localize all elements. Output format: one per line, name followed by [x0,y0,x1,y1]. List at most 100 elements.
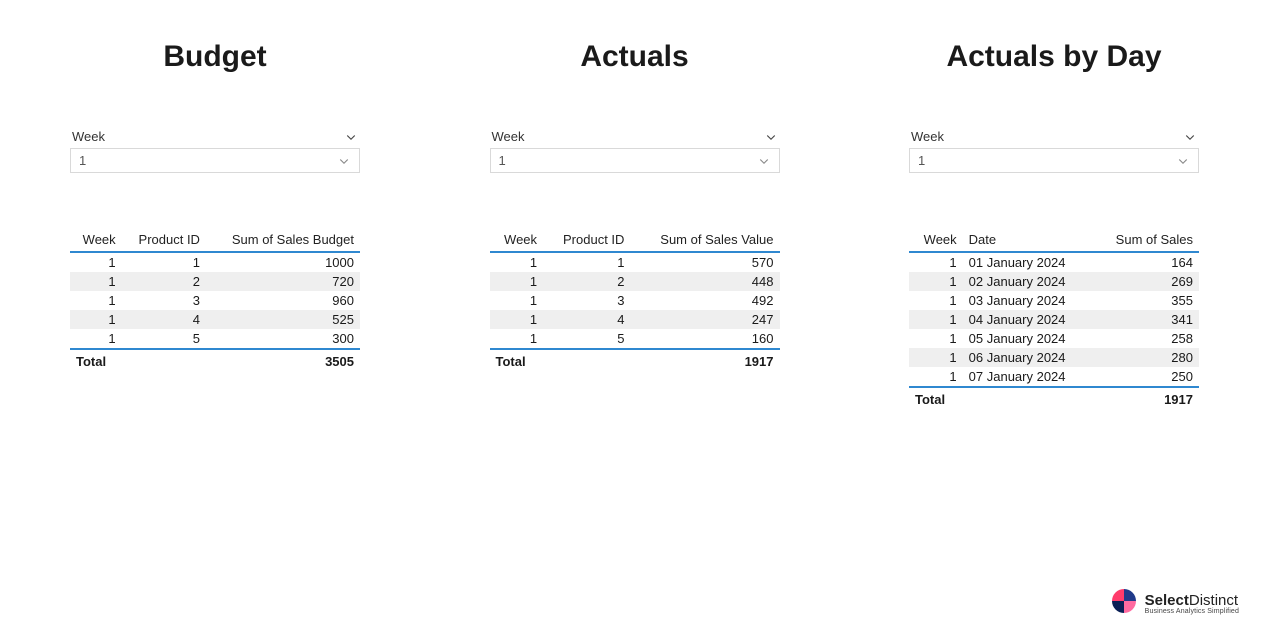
cell: 280 [1092,348,1199,367]
cell: 355 [1092,291,1199,310]
chevron-down-icon [764,130,778,144]
cell: 1 [490,310,544,329]
table-row: 15300 [70,329,360,349]
col-header: Product ID [543,228,630,252]
cell: 960 [206,291,360,310]
cell: 1 [909,252,963,272]
table-row: 105 January 2024258 [909,329,1199,348]
table-header-row: Week Product ID Sum of Sales Budget [70,228,360,252]
table-row: 13960 [70,291,360,310]
col-header: Week [490,228,544,252]
table-row: 15160 [490,329,780,349]
cell: 448 [630,272,779,291]
total-value: 1917 [630,349,779,373]
table-row: 104 January 2024341 [909,310,1199,329]
section-title: Actuals [490,40,780,74]
budget-table: Week Product ID Sum of Sales Budget 1110… [70,228,360,373]
cell: 247 [630,310,779,329]
cell: 3 [543,291,630,310]
actuals-by-day-table: Week Date Sum of Sales 101 January 20241… [909,228,1199,411]
cell: 4 [122,310,206,329]
table-body: 1157012448134921424715160 [490,252,780,349]
cell: 269 [1092,272,1199,291]
table-row: 14247 [490,310,780,329]
slicer-header[interactable]: Week [490,129,780,148]
brand-name-bold: Select [1145,592,1189,609]
table-row: 11570 [490,252,780,272]
table-header-row: Week Date Sum of Sales [909,228,1199,252]
slicer-header[interactable]: Week [909,129,1199,148]
brand-logo: SelectDistinct Business Analytics Simpli… [1109,586,1239,621]
cell: 160 [630,329,779,349]
chevron-down-icon [337,154,351,168]
slicer-value: 1 [499,153,506,168]
cell: 525 [206,310,360,329]
cell: 1 [909,367,963,387]
columns-container: Budget Week 1 Week Product ID Sum of Sal… [0,0,1269,411]
cell: 02 January 2024 [963,272,1093,291]
cell: 1 [490,291,544,310]
col-header: Sum of Sales [1092,228,1199,252]
cell: 04 January 2024 [963,310,1093,329]
table-row: 107 January 2024250 [909,367,1199,387]
col-header: Sum of Sales Budget [206,228,360,252]
slicer-header[interactable]: Week [70,129,360,148]
cell: 1 [909,310,963,329]
budget-section: Budget Week 1 Week Product ID Sum of Sal… [70,40,360,411]
cell: 1 [122,252,206,272]
cell: 03 January 2024 [963,291,1093,310]
slicer-label: Week [911,129,944,144]
cell: 5 [122,329,206,349]
table-row: 102 January 2024269 [909,272,1199,291]
cell: 1 [70,272,122,291]
slicer-label: Week [492,129,525,144]
section-title: Actuals by Day [909,40,1199,74]
actuals-table: Week Product ID Sum of Sales Value 11570… [490,228,780,373]
table-row: 101 January 2024164 [909,252,1199,272]
total-row: Total 1917 [909,387,1199,411]
total-row: Total 3505 [70,349,360,373]
total-label: Total [909,387,1092,411]
cell: 05 January 2024 [963,329,1093,348]
col-header: Week [70,228,122,252]
cell: 164 [1092,252,1199,272]
cell: 250 [1092,367,1199,387]
table-row: 12448 [490,272,780,291]
col-header: Week [909,228,963,252]
cell: 3 [122,291,206,310]
cell: 300 [206,329,360,349]
chevron-down-icon [757,154,771,168]
slicer-label: Week [72,129,105,144]
table-row: 12720 [70,272,360,291]
brand-tagline: Business Analytics Simplified [1145,608,1239,615]
cell: 1 [543,252,630,272]
total-value: 1917 [1092,387,1199,411]
week-slicer-dropdown[interactable]: 1 [490,148,780,173]
table-row: 106 January 2024280 [909,348,1199,367]
week-slicer-dropdown[interactable]: 1 [909,148,1199,173]
cell: 1 [70,310,122,329]
logo-mark-icon [1109,586,1139,621]
week-slicer-dropdown[interactable]: 1 [70,148,360,173]
total-row: Total 1917 [490,349,780,373]
cell: 1 [70,291,122,310]
table-row: 14525 [70,310,360,329]
cell: 341 [1092,310,1199,329]
chevron-down-icon [1183,130,1197,144]
cell: 720 [206,272,360,291]
cell: 07 January 2024 [963,367,1093,387]
col-header: Sum of Sales Value [630,228,779,252]
chevron-down-icon [344,130,358,144]
report-canvas: { "sections":[ { "title":"Budget", "slic… [0,0,1269,637]
brand-name-light: Distinct [1189,592,1238,609]
cell: 1 [490,329,544,349]
section-title: Budget [70,40,360,74]
chevron-down-icon [1176,154,1190,168]
logo-text: SelectDistinct Business Analytics Simpli… [1145,593,1239,615]
total-label: Total [490,349,631,373]
col-header: Product ID [122,228,206,252]
table-body: 101 January 2024164102 January 202426910… [909,252,1199,387]
cell: 5 [543,329,630,349]
col-header: Date [963,228,1093,252]
cell: 1 [909,272,963,291]
